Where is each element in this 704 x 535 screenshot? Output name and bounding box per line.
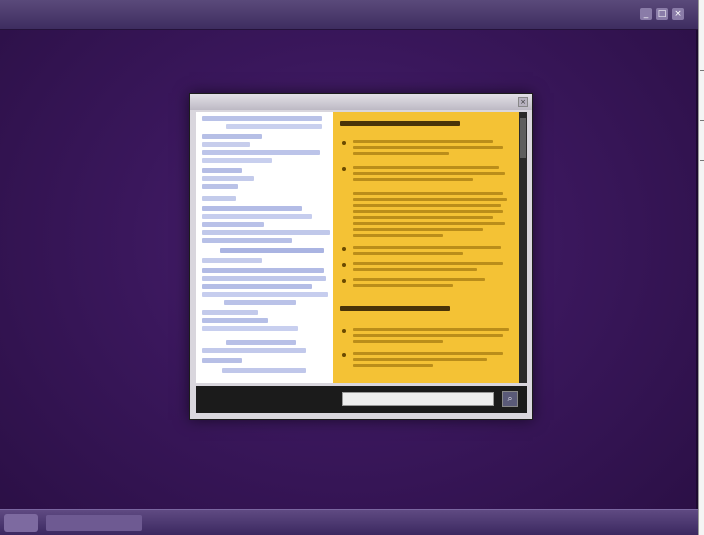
- list-item[interactable]: [202, 142, 250, 147]
- paragraph-line: [353, 252, 463, 255]
- list-item[interactable]: [202, 158, 272, 163]
- paragraph-line: [353, 284, 453, 287]
- paragraph-line: [353, 198, 507, 201]
- paragraph-line: [353, 246, 501, 249]
- search-icon[interactable]: ⌕: [502, 391, 518, 407]
- paragraph-line: [353, 352, 503, 355]
- paragraph-line: [353, 216, 493, 219]
- list-item[interactable]: [226, 340, 296, 345]
- list-item[interactable]: [202, 222, 264, 227]
- taskbar-item[interactable]: [500, 515, 560, 531]
- section-heading-text: [340, 121, 460, 126]
- taskbar: [0, 509, 698, 535]
- list-item[interactable]: [202, 214, 312, 219]
- paragraph-line: [353, 234, 443, 237]
- bullet-icon: [342, 279, 346, 283]
- paragraph-line: [353, 172, 505, 175]
- list-item[interactable]: [202, 150, 320, 155]
- list-item[interactable]: [202, 176, 254, 181]
- list-item[interactable]: [202, 358, 242, 363]
- close-icon[interactable]: ×: [672, 8, 684, 20]
- list-item[interactable]: [220, 248, 324, 253]
- list-item[interactable]: [202, 230, 330, 235]
- dialog-bottom-bar: ⌕: [196, 386, 527, 413]
- bullet-icon: [342, 353, 346, 357]
- list-item[interactable]: [202, 268, 324, 273]
- help-dialog: × ⌕: [189, 93, 533, 420]
- paragraph-line: [353, 178, 473, 181]
- paragraph-line: [353, 140, 493, 143]
- list-item[interactable]: [202, 134, 262, 139]
- paragraph-line: [353, 358, 487, 361]
- paragraph-line: [353, 268, 477, 271]
- outer-titlebar[interactable]: _ □ ×: [0, 0, 698, 30]
- bullet-icon: [342, 247, 346, 251]
- paragraph-line: [353, 228, 483, 231]
- list-item[interactable]: [202, 258, 262, 263]
- list-item[interactable]: [202, 196, 236, 201]
- topic-list-panel: [196, 112, 333, 383]
- list-item[interactable]: [202, 348, 306, 353]
- list-item[interactable]: [202, 238, 292, 243]
- list-item[interactable]: [202, 318, 268, 323]
- content-scrollbar[interactable]: [519, 112, 527, 383]
- bullet-icon: [342, 329, 346, 333]
- paragraph-line: [353, 204, 501, 207]
- paragraph-line: [353, 222, 505, 225]
- list-item[interactable]: [224, 300, 296, 305]
- list-item[interactable]: [202, 276, 326, 281]
- paragraph-line: [353, 146, 503, 149]
- content-panel: [333, 112, 519, 383]
- edge-mark: [700, 160, 704, 161]
- bullet-icon: [342, 263, 346, 267]
- paragraph-line: [353, 192, 503, 195]
- paragraph-line: [353, 328, 509, 331]
- taskbar-item[interactable]: [390, 515, 430, 531]
- taskbar-item[interactable]: [46, 515, 142, 531]
- bullet-icon: [342, 141, 346, 145]
- paragraph-line: [353, 262, 503, 265]
- search-input[interactable]: [342, 392, 494, 406]
- list-item[interactable]: [202, 206, 302, 211]
- paragraph-line: [353, 364, 433, 367]
- list-item[interactable]: [202, 310, 258, 315]
- list-item[interactable]: [226, 124, 322, 129]
- minimize-icon[interactable]: _: [640, 8, 652, 20]
- background-window-edge: [698, 0, 704, 535]
- list-item[interactable]: [202, 116, 322, 121]
- taskbar-item[interactable]: [150, 515, 320, 531]
- maximize-icon[interactable]: □: [656, 8, 668, 20]
- paragraph-line: [353, 166, 499, 169]
- start-button[interactable]: [4, 514, 38, 532]
- paragraph-line: [353, 210, 503, 213]
- scroll-thumb[interactable]: [520, 118, 526, 158]
- list-item[interactable]: [202, 284, 312, 289]
- list-item[interactable]: [222, 368, 306, 373]
- outer-window: _ □ × × ⌕: [0, 0, 698, 535]
- edge-mark: [700, 120, 704, 121]
- paragraph-line: [353, 340, 443, 343]
- dialog-titlebar[interactable]: ×: [190, 94, 532, 110]
- paragraph-line: [353, 278, 485, 281]
- list-item[interactable]: [202, 184, 238, 189]
- paragraph-line: [353, 334, 503, 337]
- dialog-close-icon[interactable]: ×: [518, 97, 528, 107]
- list-item[interactable]: [202, 292, 328, 297]
- list-item[interactable]: [202, 326, 298, 331]
- list-item[interactable]: [202, 168, 242, 173]
- taskbar-clock: [590, 515, 634, 531]
- edge-mark: [700, 70, 704, 71]
- paragraph-line: [353, 152, 449, 155]
- section-heading-text: [340, 306, 450, 311]
- bullet-icon: [342, 167, 346, 171]
